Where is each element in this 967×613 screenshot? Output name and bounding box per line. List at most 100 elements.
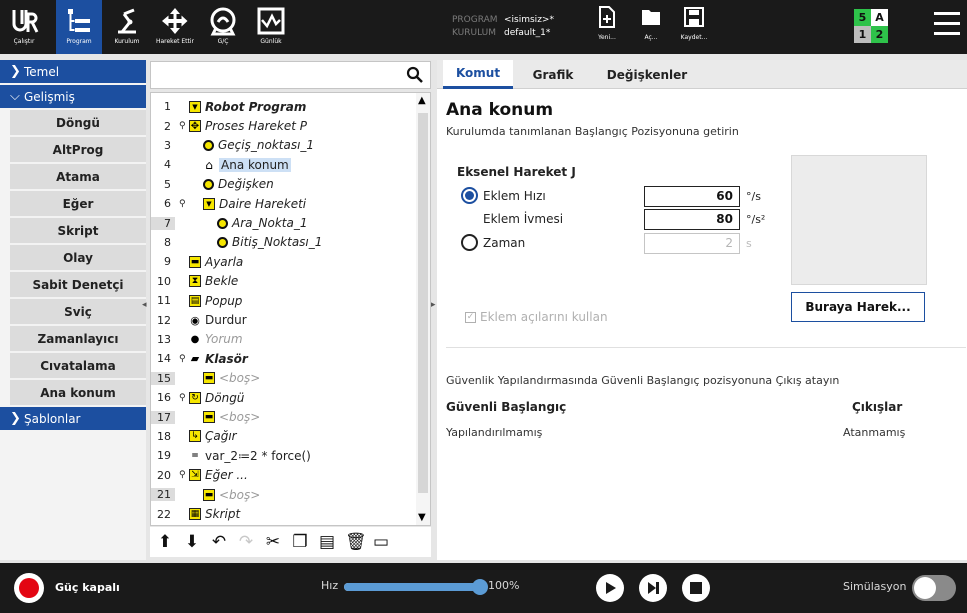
nav-label-program: Program — [66, 38, 92, 45]
nav-installation-button[interactable]: Kurulum — [104, 0, 150, 54]
line-number: 3 — [164, 138, 171, 152]
category-basic[interactable]: ❯ Temel — [0, 60, 146, 83]
scroll-up-icon[interactable]: ▲ — [418, 95, 426, 106]
tree-node[interactable]: 16 ⚲ ↻ Döngü — [151, 388, 417, 407]
joint-speed-input[interactable]: 60 — [644, 186, 740, 207]
waypoint-icon — [203, 178, 214, 190]
yellow-dash-icon: ▬ — [203, 411, 215, 424]
tree-node[interactable]: 9 ▬ Ayarla — [151, 252, 417, 271]
sidebar-node-item[interactable]: AltProg — [10, 137, 146, 162]
tree-node[interactable]: 18 ↳ Çağır — [151, 427, 417, 446]
tab-variables[interactable]: Değişkenler — [595, 60, 699, 89]
nav-label-log: Günlük — [260, 38, 282, 45]
tree-node[interactable]: 7 Ara_Nokta_1 — [151, 213, 417, 232]
step-button[interactable] — [639, 574, 667, 602]
time-radio[interactable] — [461, 234, 478, 251]
sidebar-node-item[interactable]: Olay — [10, 245, 146, 270]
sidebar-node-item[interactable]: Ana konum — [10, 380, 146, 405]
delete-icon[interactable]: 🗑 — [345, 533, 367, 551]
speed-slider-knob[interactable] — [472, 579, 488, 595]
tree-node[interactable]: 19 = var_2≔2 * force() — [151, 446, 417, 465]
tree-node-label: Robot Program — [205, 99, 307, 114]
nav-io-button[interactable]: G/Ç — [200, 0, 246, 54]
copy-icon[interactable]: ❐ — [291, 533, 309, 551]
tree-scrollbar[interactable]: ▲ ▼ — [416, 93, 430, 525]
sidebar-node-item[interactable]: Zamanlayıcı — [10, 326, 146, 351]
hamburger-menu-icon[interactable] — [934, 12, 960, 40]
tree-node[interactable]: 6 ⚲ ▼ Daire Hareketi — [151, 194, 417, 213]
power-button[interactable] — [14, 573, 44, 603]
nav-label-run: Çalıştır — [13, 38, 35, 45]
suppress-icon[interactable]: ▭ — [372, 533, 390, 551]
move-down-icon[interactable]: ⬇ — [183, 533, 201, 551]
play-button[interactable] — [596, 574, 624, 602]
sidebar-node-item[interactable]: Cıvatalama — [10, 353, 146, 378]
expand-toggle-icon[interactable]: ⚲ — [179, 354, 189, 364]
tree-node[interactable]: 22 ▦ Skript — [151, 504, 417, 523]
simulation-toggle[interactable] — [912, 575, 956, 601]
tree-search-input[interactable] — [150, 61, 431, 89]
tree-node[interactable]: 13 ● Yorum — [151, 330, 417, 349]
ur-logo-run-button[interactable]: Çalıştır — [0, 0, 48, 54]
scroll-thumb[interactable] — [418, 113, 428, 493]
tree-node[interactable]: 3 Geçiş_noktası_1 — [151, 136, 417, 155]
joint-speed-radio[interactable] — [461, 187, 478, 204]
new-file-button[interactable]: Yeni... — [587, 4, 627, 50]
movej-section-title: Eksenel Hareket J — [457, 165, 576, 179]
move-here-button[interactable]: Buraya Harek... — [791, 292, 925, 322]
category-advanced[interactable]: ⌵ Gelişmiş — [0, 85, 146, 108]
sidebar-node-item[interactable]: Eğer — [10, 191, 146, 216]
tree-node[interactable]: 20 ⚲ ⇲ Eğer ... — [151, 466, 417, 485]
mode-cell: 5 — [854, 9, 871, 26]
tree-node[interactable]: 17 ▬ <boş> — [151, 407, 417, 426]
tree-node[interactable]: 12 ◉ Durdur — [151, 310, 417, 329]
use-joint-angles-checkbox[interactable]: ✓ Eklem açılarını kullan — [465, 310, 608, 324]
sidebar-node-item[interactable]: Döngü — [10, 110, 146, 135]
tab-graphics[interactable]: Grafik — [517, 60, 589, 89]
tree-node-label: Ayarla — [205, 254, 244, 269]
stop-button[interactable] — [682, 574, 710, 602]
sidebar-node-item[interactable]: Atama — [10, 164, 146, 189]
expand-toggle-icon[interactable]: ⚲ — [179, 470, 189, 480]
tree-node[interactable]: 11 ▤ Popup — [151, 291, 417, 310]
redo-icon[interactable]: ↷ — [237, 533, 255, 551]
tree-node[interactable]: 21 ▬ <boş> — [151, 485, 417, 504]
expand-toggle-icon[interactable]: ⚲ — [179, 121, 189, 131]
nav-program-button[interactable]: Program — [56, 0, 102, 54]
sidebar-node-item[interactable]: Skript — [10, 218, 146, 243]
move-up-icon[interactable]: ⬆ — [156, 533, 174, 551]
tree-node[interactable]: 14 ⚲ ▰ Klasör — [151, 349, 417, 368]
tree-node[interactable]: 1 ▼ Robot Program — [151, 97, 417, 116]
scroll-down-icon[interactable]: ▼ — [418, 512, 426, 523]
sidebar-node-item[interactable]: Sabit Denetçi — [10, 272, 146, 297]
yellow-dash-icon: ▬ — [203, 488, 215, 501]
sidebar-node-item[interactable]: Sviç — [10, 299, 146, 324]
tree-node[interactable]: 2 ⚲ ✥ Proses Hareket P — [151, 116, 417, 135]
time-input[interactable]: 2 — [644, 233, 740, 254]
nav-log-button[interactable]: Günlük — [248, 0, 294, 54]
joint-accel-input[interactable]: 80 — [644, 209, 740, 230]
tree-node[interactable]: 4 ⌂ Ana konum — [151, 155, 417, 174]
power-status-label: Güç kapalı — [55, 581, 120, 594]
speed-slider[interactable] — [344, 579, 488, 595]
expand-toggle-icon[interactable]: ⚲ — [179, 393, 189, 403]
speed-label: Hız — [321, 579, 339, 592]
tree-node[interactable]: 8 Bitiş_Noktası_1 — [151, 233, 417, 252]
assign-icon: = — [191, 450, 199, 461]
cut-icon[interactable]: ✂ — [264, 533, 282, 551]
yellow-dash-icon: ▬ — [189, 255, 201, 268]
save-file-button[interactable]: Kaydet... — [674, 4, 714, 50]
paste-icon[interactable]: ▤ — [318, 533, 336, 551]
tree-node[interactable]: 5 Değişken — [151, 175, 417, 194]
tree-node[interactable]: 10 ⧗ Bekle — [151, 272, 417, 291]
category-templates[interactable]: ❯ Şablonlar — [0, 407, 146, 430]
tab-command[interactable]: Komut — [443, 60, 513, 89]
tree-node[interactable]: 15 ▬ <boş> — [151, 369, 417, 388]
nav-move-button[interactable]: Hareket Ettir — [152, 0, 198, 54]
program-tree[interactable]: 1 ▼ Robot Program 2 ⚲ ✥ Proses Hareket P 3 Geçiş… — [150, 92, 431, 526]
open-file-button[interactable]: Aç... — [631, 4, 671, 50]
expand-toggle-icon[interactable]: ⚲ — [179, 199, 189, 209]
sidebar-collapse-handle-icon[interactable]: ◂ — [142, 300, 150, 314]
undo-icon[interactable]: ↶ — [210, 533, 228, 551]
robot-mode-indicator[interactable]: 5 A 1 2 — [854, 9, 888, 43]
